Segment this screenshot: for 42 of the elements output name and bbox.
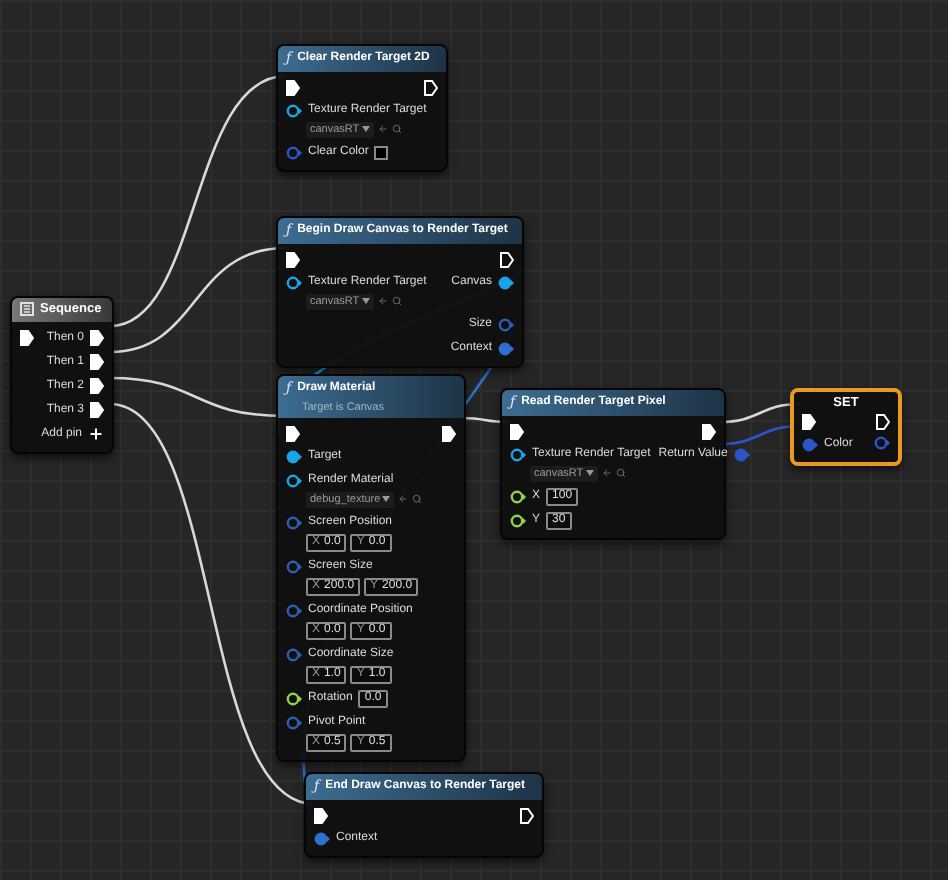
search-icon[interactable] xyxy=(412,494,423,505)
exec-pin-icon[interactable] xyxy=(286,79,300,95)
data-pin-icon[interactable] xyxy=(286,449,302,464)
exec-pin-icon[interactable] xyxy=(90,378,104,395)
caret-icon xyxy=(585,470,594,477)
color-swatch[interactable] xyxy=(374,145,389,160)
exec-pin-icon[interactable] xyxy=(802,413,816,430)
data-pin-icon[interactable] xyxy=(286,275,302,289)
search-icon[interactable] xyxy=(391,124,402,135)
exec-pin-icon[interactable] xyxy=(424,79,438,95)
data-pin-icon[interactable] xyxy=(510,513,526,528)
exec-pin-icon[interactable] xyxy=(876,413,890,430)
data-pin-icon[interactable] xyxy=(510,489,526,504)
graph-node[interactable] xyxy=(276,374,466,762)
caret-icon xyxy=(361,126,370,133)
arrow-left-icon[interactable] xyxy=(377,124,388,135)
arrow-left-icon[interactable] xyxy=(601,468,612,479)
exec-pin-icon[interactable] xyxy=(90,402,104,419)
caret-icon xyxy=(361,298,370,305)
add-pin-icon[interactable] xyxy=(88,426,104,443)
data-pin-icon[interactable] xyxy=(286,692,302,706)
exec-pin-icon[interactable] xyxy=(510,423,524,439)
search-icon[interactable] xyxy=(391,296,402,307)
exec-pin-icon[interactable] xyxy=(286,425,300,442)
exec-pin-icon[interactable] xyxy=(702,423,716,439)
search-icon[interactable] xyxy=(615,468,626,479)
exec-pin-icon[interactable] xyxy=(314,807,328,823)
exec-pin-icon[interactable] xyxy=(520,807,534,823)
exec-pin-icon[interactable] xyxy=(90,330,104,347)
exec-pin-icon[interactable] xyxy=(90,354,104,371)
data-pin-icon[interactable] xyxy=(510,447,526,461)
exec-pin-icon[interactable] xyxy=(286,251,300,267)
data-pin-icon[interactable] xyxy=(286,103,302,117)
exec-pin-icon[interactable] xyxy=(442,425,456,442)
data-pin-icon[interactable] xyxy=(498,275,514,289)
arrow-left-icon[interactable] xyxy=(377,296,388,307)
data-pin-icon[interactable] xyxy=(286,473,302,488)
arrow-left-icon[interactable] xyxy=(398,494,409,505)
sequence-icon xyxy=(20,302,34,317)
exec-pin-icon[interactable] xyxy=(500,251,514,267)
exec-pin-icon[interactable] xyxy=(20,329,34,346)
caret-icon xyxy=(382,496,391,503)
